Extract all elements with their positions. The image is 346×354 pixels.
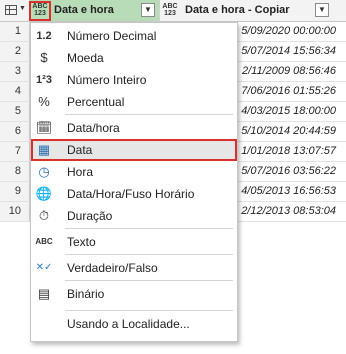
menu-item-label: Data/hora xyxy=(67,121,120,135)
column-type-icon[interactable]: ABC 123 xyxy=(29,1,51,21)
menu-item-label: Data xyxy=(67,143,93,157)
menu-separator xyxy=(65,114,233,115)
menu-item-datetime-timezone[interactable]: 🌐 Data/Hora/Fuso Horário xyxy=(31,183,237,205)
menu-item-label: Número Inteiro xyxy=(67,73,147,87)
menu-separator xyxy=(65,310,233,311)
menu-separator xyxy=(65,280,233,281)
column-name: Data e hora - Copiar xyxy=(185,4,290,16)
duration-icon: ⏱ xyxy=(38,208,50,223)
datetime-timezone-icon: 🌐 xyxy=(35,186,53,201)
menu-separator xyxy=(65,228,233,229)
row-number: 7 xyxy=(0,142,30,161)
menu-item-duration[interactable]: ⏱ Duração xyxy=(31,205,237,227)
menu-item-datetime[interactable]: 🗓 Data/hora xyxy=(31,117,237,139)
row-number: 9 xyxy=(0,182,30,201)
row-number: 1 xyxy=(0,22,30,41)
menu-item-currency[interactable]: $ Moeda xyxy=(31,47,237,69)
menu-item-text[interactable]: ABC Texto xyxy=(31,231,237,253)
menu-item-label: Percentual xyxy=(67,95,125,109)
column-type-icon[interactable]: ABC 123 xyxy=(161,3,179,19)
time-icon: ◷ xyxy=(38,164,50,179)
menu-item-locale[interactable]: Usando a Localidade... xyxy=(31,313,237,335)
menu-item-label: Texto xyxy=(67,235,96,249)
menu-item-label: Binário xyxy=(67,287,105,301)
row-number: 2 xyxy=(0,42,30,61)
menu-item-true-false[interactable]: ✕✓ Verdadeiro/Falso xyxy=(31,257,237,279)
menu-item-date[interactable]: ▦ Data xyxy=(31,139,237,161)
chevron-down-icon: ▼ xyxy=(19,5,26,12)
column-filter-button[interactable]: ▼ xyxy=(141,3,155,17)
menu-item-label: Número Decimal xyxy=(67,29,157,43)
datetime-icon: 🗓 xyxy=(35,120,53,135)
menu-item-percentage[interactable]: % Percentual xyxy=(31,91,237,113)
percentage-icon: % xyxy=(38,94,50,109)
menu-item-time[interactable]: ◷ Hora xyxy=(31,161,237,183)
data-type-menu: 1.2 Número Decimal $ Moeda 1²3 Número Inteiro… xyxy=(30,22,238,342)
menu-item-decimal-number[interactable]: 1.2 Número Decimal xyxy=(31,25,237,47)
row-number: 5 xyxy=(0,102,30,121)
menu-item-binary[interactable]: ▤ Binário xyxy=(31,283,237,305)
row-number: 3 xyxy=(0,62,30,81)
binary-icon: ▤ xyxy=(37,286,51,301)
table-menu-button[interactable]: ▼ xyxy=(0,0,30,22)
column-filter-button[interactable]: ▼ xyxy=(315,3,329,17)
date-icon: ▦ xyxy=(37,142,51,157)
menu-item-label: Verdadeiro/Falso xyxy=(67,261,158,275)
row-number: 6 xyxy=(0,122,30,141)
menu-item-whole-number[interactable]: 1²3 Número Inteiro xyxy=(31,69,237,91)
column-header-data-e-hora[interactable]: ABC 123 Data e hora ▼ xyxy=(29,0,160,22)
menu-item-label: Moeda xyxy=(67,51,104,65)
menu-item-label: Duração xyxy=(67,209,113,223)
column-name: Data e hora xyxy=(54,4,114,16)
menu-item-label: Hora xyxy=(67,165,94,179)
menu-item-label: Data/Hora/Fuso Horário xyxy=(67,187,195,201)
currency-icon: $ xyxy=(40,50,48,65)
row-number: 10 xyxy=(0,202,30,221)
row-number: 4 xyxy=(0,82,30,101)
menu-item-label: Usando a Localidade... xyxy=(67,317,190,331)
menu-separator xyxy=(65,254,233,255)
row-number: 8 xyxy=(0,162,30,181)
table-icon xyxy=(5,5,17,15)
true-false-icon: ✕✓ xyxy=(35,262,53,273)
whole-number-icon: 1²3 xyxy=(36,74,52,86)
text-icon: ABC xyxy=(35,237,53,246)
column-header-data-e-hora-copiar[interactable]: ABC 123 Data e hora - Copiar ▼ xyxy=(160,0,346,22)
decimal-number-icon: 1.2 xyxy=(36,30,52,42)
